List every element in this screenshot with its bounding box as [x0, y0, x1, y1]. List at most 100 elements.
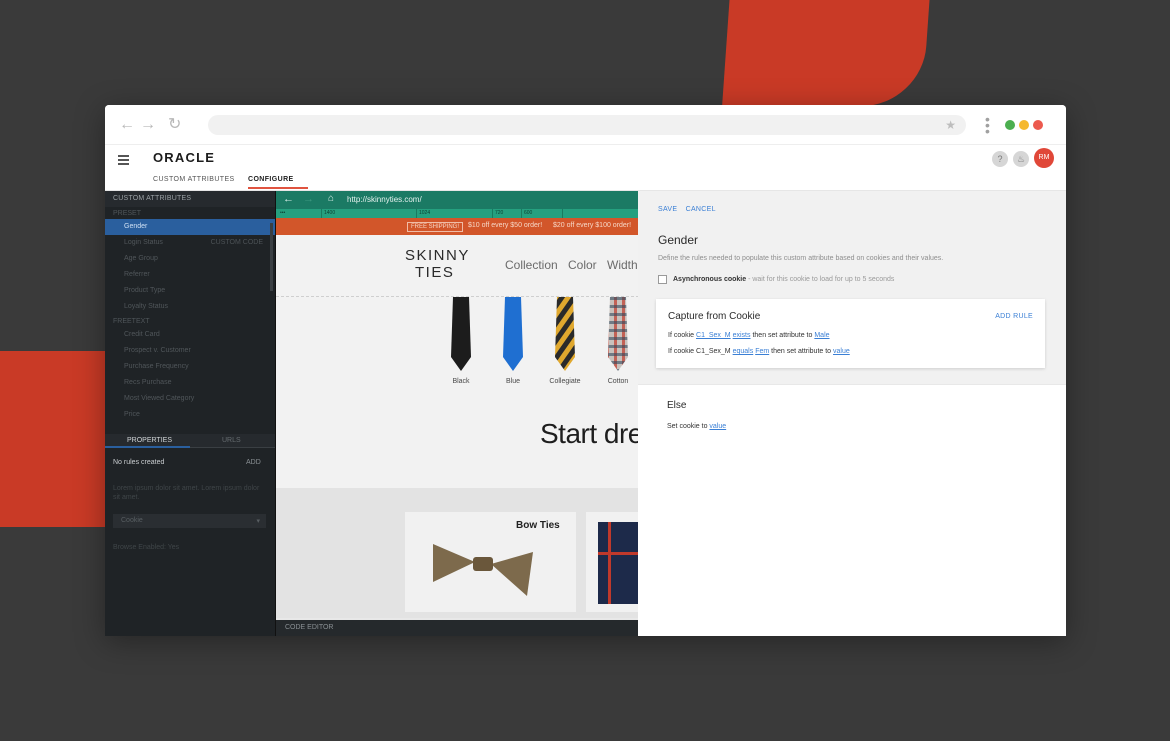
else-value-link[interactable]: value [709, 423, 726, 430]
blue-tie-image[interactable] [501, 297, 525, 371]
home-icon[interactable]: ⌂ [328, 193, 334, 204]
tab-properties[interactable]: PROPERTIES [127, 437, 172, 444]
arrow-right-icon[interactable]: → [303, 193, 314, 205]
else-title: Else [667, 400, 687, 411]
width-ruler[interactable]: ••• 1400 1024 720 600 [276, 209, 638, 218]
site-nav-collection[interactable]: Collection [505, 258, 558, 272]
sidebar-item-purchase-frequency[interactable]: Purchase Frequency [105, 359, 275, 375]
tab-urls[interactable]: URLS [222, 437, 241, 444]
site-nav-color[interactable]: Color [568, 258, 597, 272]
sidebar-item-label: Credit Card [124, 331, 160, 338]
sidebar-scrollbar[interactable] [270, 223, 273, 291]
cotton-tie-image[interactable] [606, 297, 630, 371]
sidebar-item-label: Most Viewed Category [124, 395, 195, 402]
sidebar-item-label: Product Type [124, 287, 166, 294]
sidebar-bottom-tabs: PROPERTIES URLS [105, 434, 275, 448]
reload-icon[interactable]: ↻ [168, 117, 181, 133]
ruler-mark: 1024 [419, 210, 431, 216]
sidebar-item-label: Age Group [124, 255, 158, 262]
sidebar-item-age-group[interactable]: Age Group [105, 251, 275, 267]
star-icon[interactable]: ★ [945, 118, 956, 132]
cookie-select[interactable]: Cookie ▾ [113, 514, 266, 528]
ruler-mark: 600 [524, 210, 533, 216]
no-rules-text: No rules created [113, 459, 165, 466]
site-nav-width[interactable]: Width [607, 258, 638, 272]
promo-text: $20 off every $100 order! [553, 222, 632, 229]
sidebar: CUSTOM ATTRIBUTES PRESET Gender Login St… [105, 191, 275, 636]
bow-ties-card[interactable]: Bow Ties [405, 512, 576, 612]
address-bar[interactable]: ★ [208, 115, 966, 135]
black-tie-image[interactable] [449, 297, 473, 371]
sidebar-item-price[interactable]: Price [105, 407, 275, 423]
cancel-button[interactable]: CANCEL [686, 206, 716, 213]
async-cookie-label: Asynchronous cookie - wait for this cook… [673, 276, 895, 283]
tie-label: Black [452, 378, 470, 385]
compare-value-link[interactable]: Fem [755, 348, 769, 355]
sidebar-item-label: Prospect v. Customer [124, 347, 191, 354]
more-vert-icon[interactable]: • • • [985, 112, 990, 138]
sidebar-item-label: Recs Purchase [124, 379, 172, 386]
sidebar-item-login-status[interactable]: Login Status CUSTOM CODE [105, 235, 275, 251]
sidebar-item-referrer[interactable]: Referrer [105, 267, 275, 283]
collegiate-tie-image[interactable] [553, 297, 577, 371]
sidebar-title: CUSTOM ATTRIBUTES [105, 191, 275, 207]
rule-editor-panel: SAVE CANCEL Gender Define the rules need… [638, 191, 1066, 636]
browser-window: ← → ↻ ★ • • • ORACLE CUSTOM ATTRIBUTES CON… [105, 105, 1066, 636]
tab-indicator [105, 446, 190, 448]
arrow-left-icon[interactable]: ← [119, 117, 135, 133]
promo-text: $10 off every $50 order! [468, 222, 543, 229]
bow-tie-image [433, 544, 533, 596]
async-cookie-checkbox[interactable] [658, 275, 667, 284]
sidebar-item-product-type[interactable]: Product Type [105, 283, 275, 299]
sidebar-item-credit-card[interactable]: Credit Card [105, 327, 275, 343]
custom-code-tag: CUSTOM CODE [210, 239, 263, 246]
background-block [0, 351, 120, 527]
sidebar-item-prospect[interactable]: Prospect v. Customer [105, 343, 275, 359]
else-rule-line: Set cookie to value [667, 423, 727, 430]
window-minimize-dot[interactable] [1019, 120, 1029, 130]
attribute-description: Define the rules needed to populate this… [658, 255, 944, 262]
arrow-left-icon[interactable]: ← [283, 193, 294, 205]
panel-actions: SAVE CANCEL [658, 206, 722, 213]
ruler-mark: 1400 [324, 210, 336, 216]
sidebar-section-preset: PRESET [113, 210, 142, 217]
arrow-right-icon[interactable]: → [140, 117, 156, 133]
else-section: Else Set cookie to value [638, 384, 1066, 636]
value-link[interactable]: Male [814, 332, 829, 339]
preview-url[interactable]: http://skinnyties.com/ [347, 195, 422, 204]
sidebar-item-gender[interactable]: Gender [105, 219, 275, 235]
save-button[interactable]: SAVE [658, 206, 677, 213]
site-preview: ← → ⌂ http://skinnyties.com/ ••• 1400 10… [275, 191, 638, 636]
help-icon[interactable]: ? [992, 151, 1008, 167]
operator-link[interactable]: equals [733, 348, 754, 355]
pocket-square-image [598, 522, 638, 604]
add-rule-button[interactable]: ADD RULE [995, 313, 1033, 320]
select-value: Cookie [121, 517, 143, 524]
avatar[interactable]: RM [1034, 148, 1054, 168]
window-maximize-dot[interactable] [1005, 120, 1015, 130]
skinnyties-logo: SKINNY TIES [405, 247, 470, 281]
card-title: Capture from Cookie [668, 311, 761, 322]
tie-label: Blue [505, 378, 520, 385]
background-arc [722, 0, 938, 106]
rule-line: If cookie C1_Sex_M equals Fem then set a… [668, 348, 850, 355]
tab-custom-attributes[interactable]: CUSTOM ATTRIBUTES [153, 176, 235, 187]
placeholder-text: Lorem ipsum dolor sit amet. Lorem ipsum … [113, 485, 260, 501]
sidebar-item-most-viewed[interactable]: Most Viewed Category [105, 391, 275, 407]
window-close-dot[interactable] [1033, 120, 1043, 130]
site-page: SKINNY TIES Collection Color Width Black … [276, 235, 638, 495]
cookie-name-link[interactable]: C1_Sex_M [696, 332, 731, 339]
product-cards: Bow Ties [276, 488, 638, 618]
sidebar-item-recs-purchase[interactable]: Recs Purchase [105, 375, 275, 391]
bell-icon[interactable]: ♨ [1013, 151, 1029, 167]
sidebar-item-loyalty-status[interactable]: Loyalty Status [105, 299, 275, 315]
add-button[interactable]: ADD [246, 459, 261, 466]
operator-link[interactable]: exists [733, 332, 751, 339]
value-link[interactable]: value [833, 348, 850, 355]
menu-icon[interactable] [118, 155, 129, 167]
rule-line: If cookie C1_Sex_M exists then set attri… [668, 332, 830, 339]
code-editor-bar[interactable]: CODE EDITOR [276, 620, 638, 636]
ruler-more-icon: ••• [280, 210, 286, 216]
tab-configure[interactable]: CONFIGURE [248, 176, 308, 189]
pocket-square-card[interactable] [586, 512, 638, 612]
